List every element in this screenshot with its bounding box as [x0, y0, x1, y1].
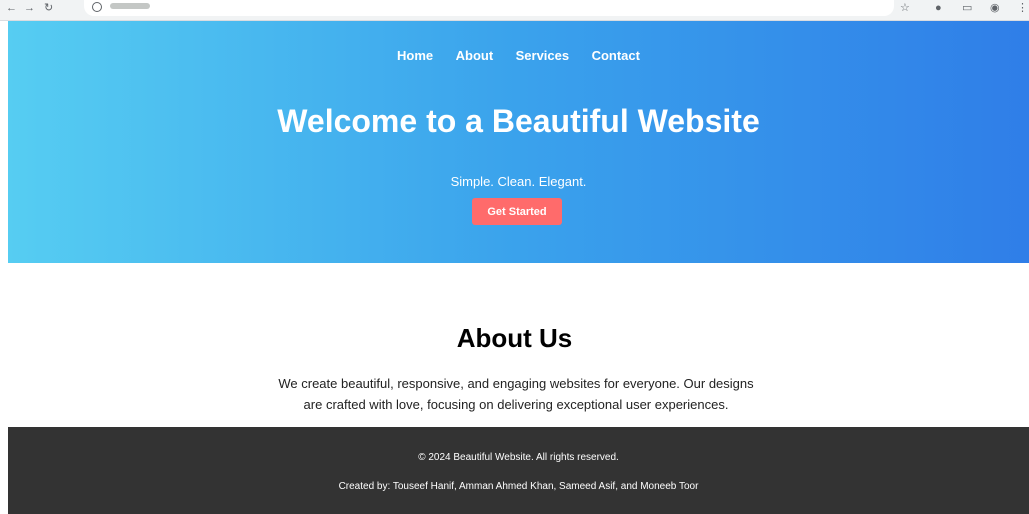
hero-title: Welcome to a Beautiful Website [277, 103, 760, 139]
nav-link-contact[interactable]: Contact [592, 48, 640, 63]
about-text: We create beautiful, responsive, and eng… [278, 376, 754, 412]
nav-link-home[interactable]: Home [397, 48, 433, 63]
window-icon[interactable]: ▭ [962, 2, 972, 14]
back-arrow-icon[interactable]: ← [6, 2, 17, 14]
address-bar[interactable] [84, 0, 894, 16]
about-title: About Us [456, 323, 573, 353]
address-url-text [110, 3, 150, 9]
hero-subtitle: Simple. Clean. Elegant. [450, 174, 587, 189]
nav-link-about[interactable]: About [456, 48, 494, 63]
menu-dots-icon[interactable]: ⋮ [1017, 2, 1028, 14]
footer-copyright: © 2024 Beautiful Website. All rights res… [418, 452, 619, 463]
page-footer: © 2024 Beautiful Website. All rights res… [8, 427, 1029, 514]
profile-icon[interactable]: ◉ [990, 2, 1000, 14]
bookmark-star-icon[interactable]: ☆ [900, 2, 910, 14]
main-nav: Home About Services Contact [8, 47, 1029, 65]
site-info-icon[interactable] [92, 2, 102, 12]
forward-arrow-icon[interactable]: → [24, 2, 35, 14]
nav-link-services[interactable]: Services [516, 48, 570, 63]
browser-toolbar: ← → ↻ ☆ ● ▭ ◉ ⋮ [0, 0, 1029, 21]
footer-credits: Created by: Touseef Hanif, Amman Ahmed K… [338, 481, 699, 492]
hero-section: Home About Services Contact Welcome to a… [8, 21, 1029, 263]
reload-icon[interactable]: ↻ [44, 2, 53, 14]
extension-icon[interactable]: ● [935, 2, 942, 14]
get-started-button[interactable]: Get Started [472, 198, 562, 225]
